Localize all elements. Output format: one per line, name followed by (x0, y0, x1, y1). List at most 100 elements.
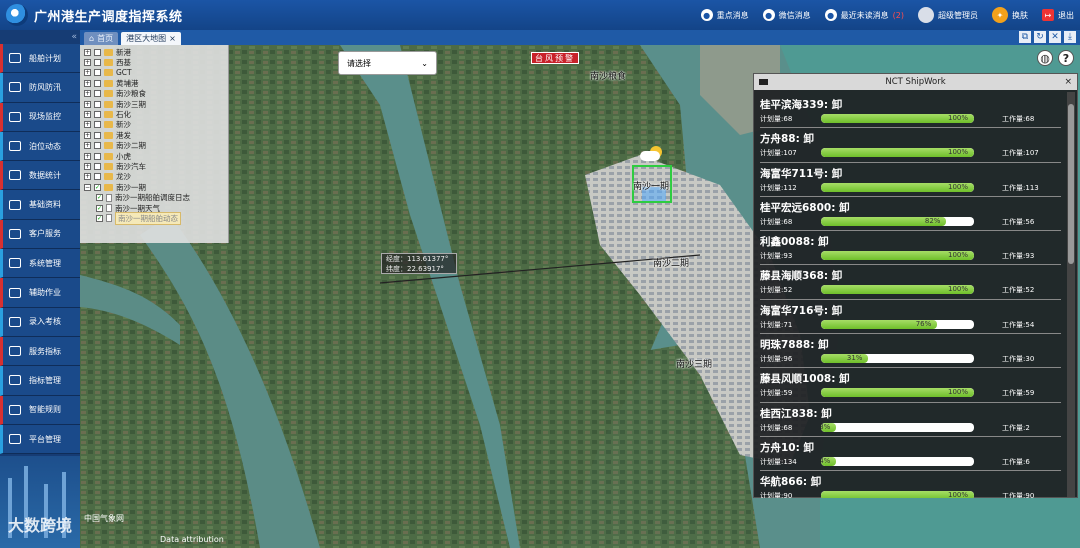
tab-close-all-button[interactable]: ✕ (1049, 31, 1061, 43)
sidebar-item[interactable]: 防风防汛 (0, 73, 80, 103)
ship-item[interactable]: 藤县风顺1008: 卸计划量:59 100% 工作量:59 (760, 368, 1061, 403)
tree-node[interactable]: + 黄埔港 (84, 78, 224, 88)
tab-fullscreen-button[interactable]: ⧉ (1019, 31, 1031, 43)
tab-refresh-button[interactable]: ↻ (1034, 31, 1046, 43)
layer-checkbox[interactable]: ✓ (96, 204, 103, 212)
tree-node[interactable]: + 西基 (84, 57, 224, 67)
ship-item[interactable]: 方舟88: 卸计划量:107 100% 工作量:107 (760, 128, 1061, 163)
layer-checkbox[interactable]: ✓ (94, 183, 101, 191)
tree-node[interactable]: + 新港 (84, 47, 224, 57)
area-select[interactable]: 请选择 ⌄ (338, 51, 437, 75)
layer-checkbox[interactable] (94, 162, 101, 170)
skin-button[interactable]: ✦ 换肤 (992, 7, 1028, 23)
sidebar-item[interactable]: 客户服务 (0, 219, 80, 250)
layer-checkbox[interactable] (94, 48, 101, 56)
layer-checkbox[interactable]: ✓ (96, 214, 103, 222)
sidebar-item[interactable]: 录入考核 (0, 307, 80, 337)
key-messages-button[interactable]: ● 重点消息 (700, 9, 749, 21)
sidebar-item[interactable]: 系统管理 (0, 249, 80, 279)
tab-download-button[interactable]: ⤓ (1064, 31, 1076, 43)
ship-panel-close-button[interactable]: × (1064, 74, 1072, 90)
progress-fill: 100% (821, 148, 974, 158)
tab-close-icon[interactable]: × (169, 34, 176, 43)
expand-toggle[interactable]: + (84, 69, 91, 77)
tree-node[interactable]: + 小虎 (84, 151, 224, 161)
sidebar-item[interactable]: 平台管理 (0, 424, 80, 455)
tree-node[interactable]: + GCT (84, 68, 224, 78)
ship-item[interactable]: 桂西江838: 卸计划量:68 3% 工作量:2 (760, 403, 1061, 437)
tree-node[interactable]: − ✓ 南沙一期 (84, 182, 224, 192)
layer-checkbox[interactable] (94, 111, 101, 119)
expand-toggle[interactable]: + (84, 111, 91, 119)
tree-node[interactable]: + 南沙汽车 (84, 161, 224, 171)
expand-toggle[interactable]: + (84, 79, 91, 87)
ship-item[interactable]: 桂平滨海339: 卸计划量:68 100% 工作量:68 (760, 94, 1061, 129)
sidebar-item[interactable]: 数据统计 (0, 161, 80, 191)
sidebar-item[interactable]: 服务指标 (0, 336, 80, 367)
expand-toggle[interactable]: + (84, 152, 91, 160)
tab-port-map[interactable]: 港区大地图 × (121, 32, 181, 45)
ship-item[interactable]: 华航866: 卸计划量:90 100% 工作量:90 (760, 471, 1061, 498)
help-icon[interactable]: ? (1058, 50, 1074, 66)
sidebar-item[interactable]: 现场监控 (0, 102, 80, 132)
expand-toggle[interactable]: + (84, 131, 91, 139)
sidebar-item[interactable]: 泊位动态 (0, 131, 80, 162)
expand-toggle[interactable]: + (84, 121, 91, 129)
layer-checkbox[interactable] (94, 69, 101, 77)
sidebar-item[interactable]: 基础资料 (0, 190, 80, 220)
layer-checkbox[interactable] (94, 121, 101, 129)
sidebar-item[interactable]: 船舶计划 (0, 44, 80, 74)
logout-button[interactable]: ↦ 退出 (1042, 9, 1074, 21)
typhoon-warning-badge[interactable]: 台风预警 (531, 52, 579, 64)
ship-item[interactable]: 海富华716号: 卸计划量:71 76% 工作量:54 (760, 300, 1061, 335)
ship-name: 方舟88: 卸 (760, 133, 814, 146)
user-menu[interactable]: 超级管理员 (918, 7, 978, 23)
weather-provider-logo: 中国气象网 (84, 514, 124, 523)
tree-node[interactable]: + 南沙二期 (84, 141, 224, 151)
layer-checkbox[interactable] (94, 79, 101, 87)
expand-toggle[interactable]: + (84, 142, 91, 150)
globe-icon[interactable]: ◍ (1037, 50, 1053, 66)
layer-checkbox[interactable]: ✓ (96, 194, 103, 202)
expand-toggle[interactable]: + (84, 173, 91, 181)
expand-toggle[interactable]: + (84, 48, 91, 56)
scroll-thumb[interactable] (1068, 104, 1074, 264)
map-attribution[interactable]: Data attribution (160, 535, 224, 544)
tree-node[interactable]: ✓ 南沙一期船舶调度日志 (84, 192, 224, 202)
layer-checkbox[interactable] (94, 100, 101, 108)
expand-toggle[interactable]: + (84, 100, 91, 108)
ship-item[interactable]: 利鑫0088: 卸计划量:93 100% 工作量:93 (760, 231, 1061, 266)
ship-item[interactable]: 方舟10: 卸计划量:134 4% 工作量:6 (760, 437, 1061, 472)
tree-node[interactable]: + 石化 (84, 109, 224, 119)
progress-bar: 82% (821, 216, 974, 226)
unread-messages-button[interactable]: ● 最近未读消息 (2) (824, 9, 904, 21)
expand-toggle[interactable]: + (84, 162, 91, 170)
layer-checkbox[interactable] (94, 173, 101, 181)
sidebar-item[interactable]: 指标管理 (0, 366, 80, 396)
ship-list-scrollbar[interactable] (1067, 92, 1075, 497)
expand-toggle[interactable]: + (84, 90, 91, 98)
layer-checkbox[interactable] (94, 152, 101, 160)
tree-node[interactable]: + 港发 (84, 130, 224, 140)
sidebar-item[interactable]: 辅助作业 (0, 278, 80, 308)
tree-node[interactable]: + 龙沙 (84, 172, 224, 182)
tree-node[interactable]: + 南沙粮食 (84, 89, 224, 99)
tab-home[interactable]: ⌂ 首页 (84, 32, 119, 45)
expand-toggle[interactable]: + (84, 59, 91, 67)
ship-item[interactable]: 藤县海顺368: 卸计划量:52 100% 工作量:52 (760, 265, 1061, 300)
layer-checkbox[interactable] (94, 142, 101, 150)
expand-toggle[interactable]: − (84, 183, 91, 191)
tree-node[interactable]: ✓ 南沙一期船舶动态 (84, 211, 224, 225)
ship-item[interactable]: 海富华711号: 卸计划量:112 100% 工作量:113 (760, 163, 1061, 197)
weather-icon[interactable] (640, 146, 664, 162)
sidebar-collapse-button[interactable]: « (0, 30, 80, 44)
sidebar-item[interactable]: 智能规则 (0, 395, 80, 425)
layer-checkbox[interactable] (94, 90, 101, 98)
wechat-messages-button[interactable]: ● 微信消息 (762, 9, 811, 21)
ship-item[interactable]: 明珠7888: 卸计划量:96 31% 工作量:30 (760, 334, 1061, 369)
layer-checkbox[interactable] (94, 59, 101, 67)
tree-node[interactable]: + 新沙 (84, 120, 224, 130)
ship-item[interactable]: 桂平宏远6800: 卸计划量:68 82% 工作量:56 (760, 197, 1061, 232)
layer-checkbox[interactable] (94, 131, 101, 139)
tree-node[interactable]: + 南沙三期 (84, 99, 224, 109)
